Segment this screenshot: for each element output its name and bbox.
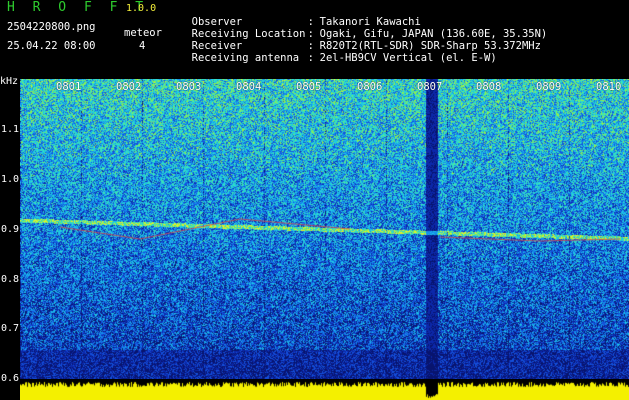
time-label: 0807 — [417, 81, 443, 93]
time-label: 0809 — [536, 81, 562, 93]
info-row-antenna: Receiving antenna:2el-HB9CV Vertical (el… — [179, 40, 497, 64]
info-value: 2el-HB9CV Vertical (el. E-W) — [319, 52, 497, 64]
meteor-label: meteor — [124, 27, 162, 39]
time-label: 0803 — [176, 81, 202, 93]
freq-label: 0.6 — [1, 373, 20, 384]
time-label: 0810 — [596, 81, 622, 93]
info-colon: : — [307, 52, 314, 64]
time-label: 0808 — [476, 81, 502, 93]
time-label: 0806 — [357, 81, 383, 93]
date-time: 25.04.22 08:00 — [7, 40, 96, 52]
info-label: Receiving antenna — [191, 52, 300, 64]
time-label: 0804 — [236, 81, 262, 93]
time-label: 0802 — [116, 81, 142, 93]
meteor-count: 4 — [139, 40, 146, 52]
freq-label: 1.0 — [1, 174, 20, 185]
version-label: 1.0.0 — [126, 3, 157, 14]
freq-label: 0.7 — [1, 323, 20, 334]
freq-label: 1.1 — [1, 124, 20, 135]
time-label: 0801 — [56, 81, 82, 93]
time-label: 0805 — [296, 81, 322, 93]
freq-label: 0.9 — [1, 224, 20, 235]
file-name: 2504220800.png — [7, 21, 96, 33]
freq-label: 0.8 — [1, 274, 20, 285]
frequency-unit-label: kHz — [0, 76, 19, 87]
spectrogram — [20, 79, 629, 382]
amplitude-strip — [20, 379, 629, 400]
